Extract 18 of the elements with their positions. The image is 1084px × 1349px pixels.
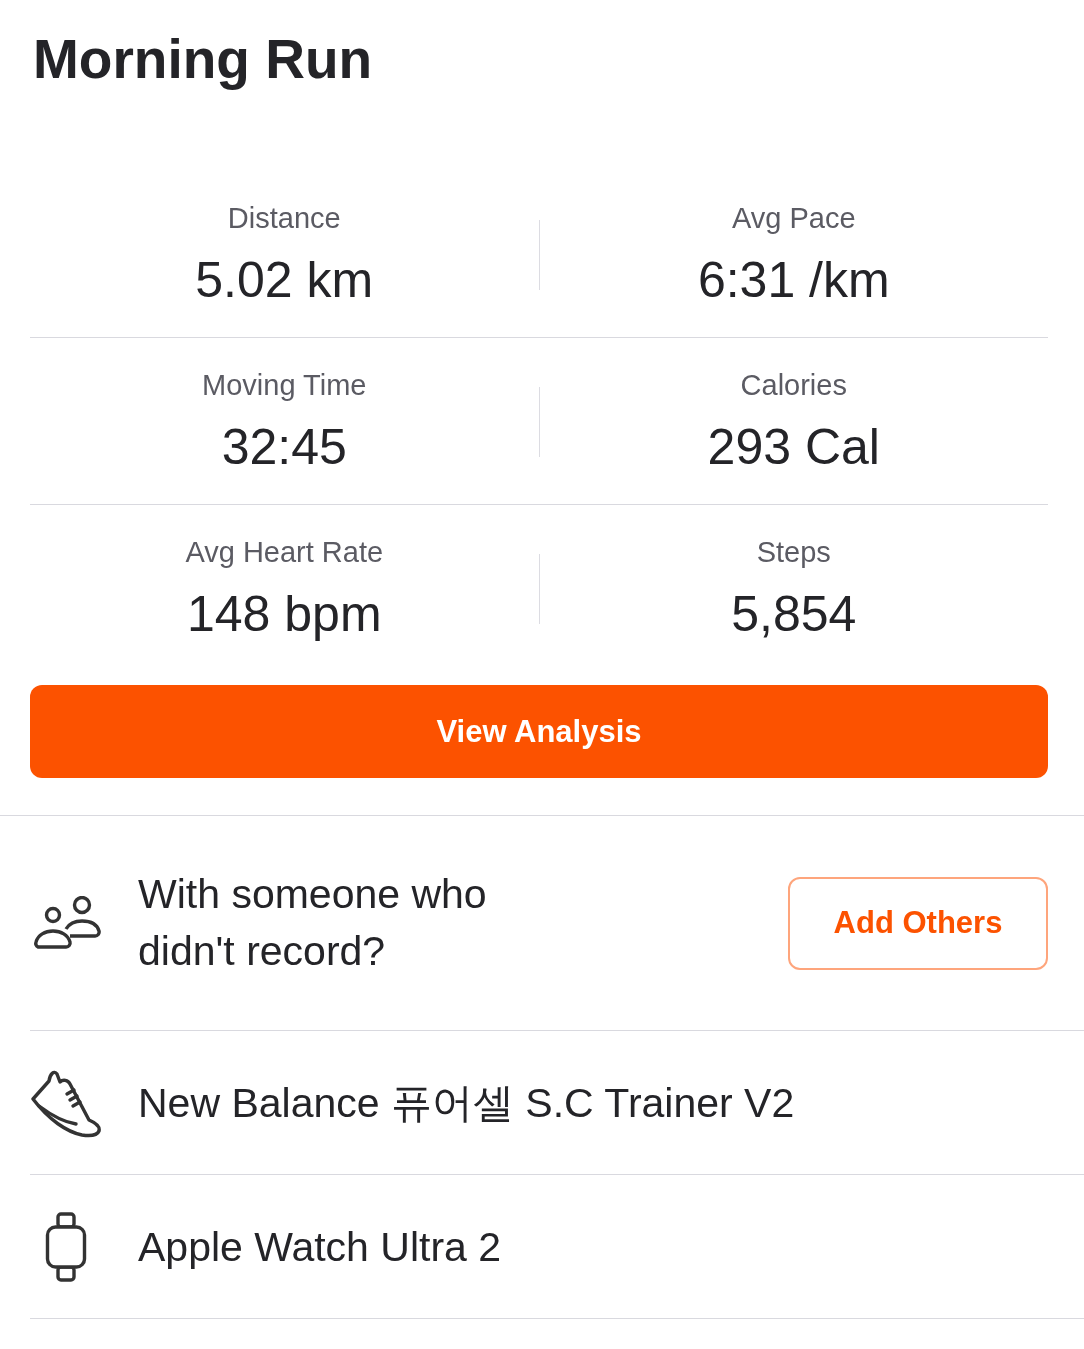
gear-name[interactable]: Apple Watch Ultra 2 — [138, 1221, 502, 1272]
stat-value: 148 bpm — [186, 585, 382, 644]
companion-prompt: With someone who didn't record? — [138, 870, 488, 976]
watch-icon — [45, 1211, 87, 1282]
stat-label: Avg Pace — [731, 201, 856, 236]
stat-label: Moving Time — [202, 368, 367, 403]
stat-value: 6:31 /km — [697, 251, 890, 310]
people-icon — [33, 896, 101, 950]
stat-label: Avg Heart Rate — [185, 535, 384, 570]
stat-value: 293 Cal — [707, 418, 880, 477]
gear-name[interactable]: New Balance 퓨어셀 S.C Trainer V2 — [138, 1077, 795, 1128]
stat-label: Calories — [740, 368, 847, 403]
stat-value: 32:45 — [221, 418, 347, 477]
stat-label: Steps — [756, 535, 831, 570]
stat-label: Distance — [227, 201, 341, 236]
stat-value: 5.02 km — [195, 251, 374, 310]
activity-title: Morning Run — [33, 27, 374, 92]
stat-value: 5,854 — [731, 585, 857, 644]
